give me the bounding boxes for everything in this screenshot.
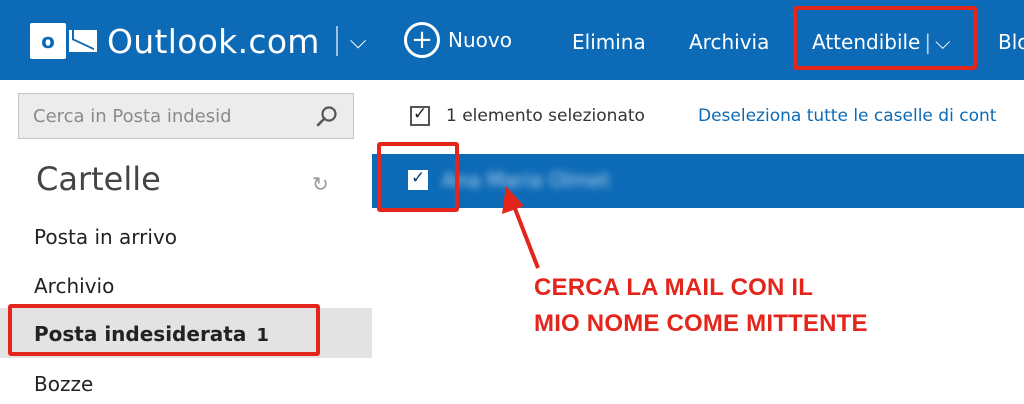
annotation-arrow — [502, 186, 540, 269]
annotation-line-2: MIO NOME COME MITTENTE — [534, 310, 868, 337]
outlook-page: o Outlook.com ⌵ + Nuovo Elimina Archivia… — [0, 0, 1024, 404]
annotation-note: CERCA LA MAIL CON IL MIO NOME COME MITTE… — [534, 270, 868, 342]
annotation-line-1: CERCA LA MAIL CON IL — [534, 274, 814, 301]
